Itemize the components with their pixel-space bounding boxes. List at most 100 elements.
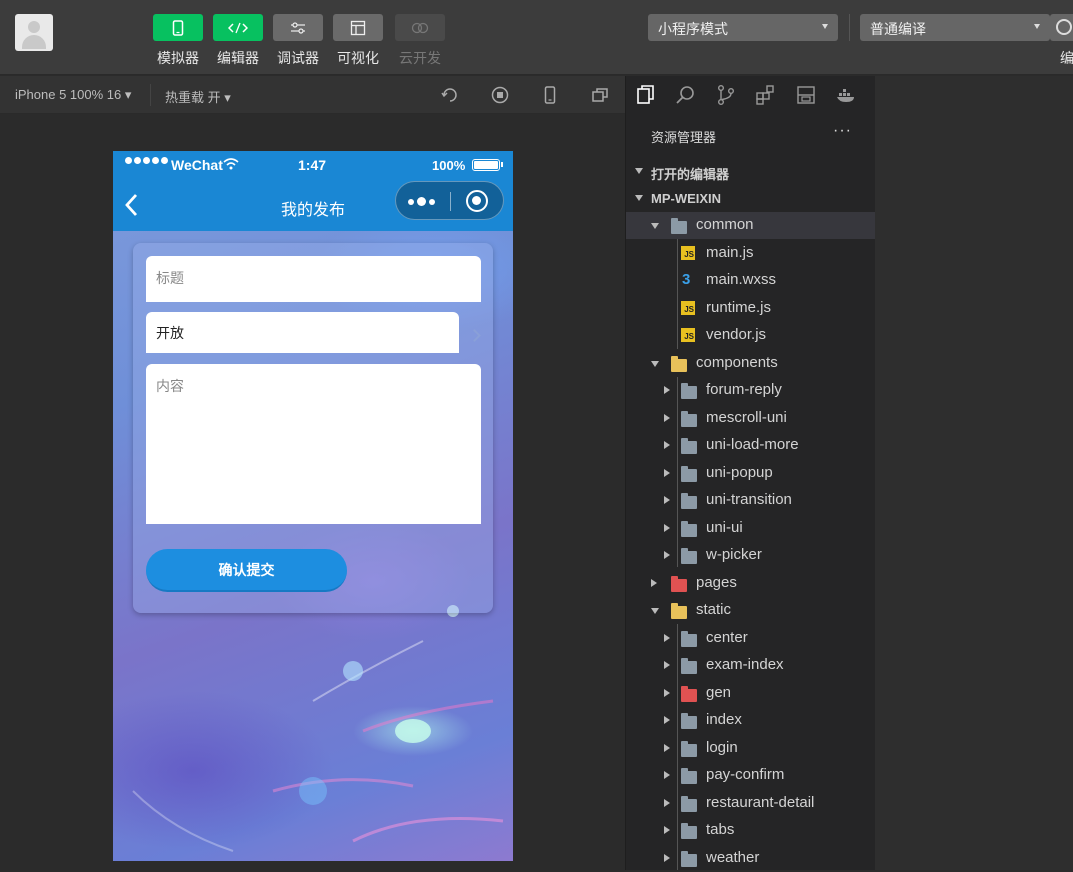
hot-reload-select[interactable]: 热重载 开 ▾	[165, 87, 231, 106]
tree-item[interactable]: static	[626, 597, 875, 624]
tree-item[interactable]: w-picker	[626, 542, 875, 569]
tree-item[interactable]: pages	[626, 570, 875, 597]
editor-toggle[interactable]: 编辑器	[213, 14, 263, 68]
tree-item-label: restaurant-detail	[706, 793, 815, 811]
project-section[interactable]: MP-WEIXIN	[626, 185, 875, 211]
mode-select-value: 小程序模式	[658, 21, 728, 37]
chevron-right-icon	[664, 743, 670, 752]
editor-area	[875, 76, 1073, 870]
title-input[interactable]: 标题	[146, 256, 481, 302]
chevron-right-icon	[664, 661, 670, 669]
tree-item[interactable]: JS main.js	[626, 240, 875, 267]
tree-item-label: uni-load-more	[706, 436, 799, 453]
cloud-icon	[395, 14, 445, 41]
compile-select[interactable]: 普通编译	[860, 14, 1050, 41]
carrier-label: WeChat	[171, 157, 223, 173]
tree-item[interactable]: uni-ui	[626, 515, 875, 542]
open-editors-section[interactable]: 打开的编辑器	[626, 158, 875, 184]
visibility-value: 开放	[156, 325, 184, 341]
tree-item[interactable]: index	[626, 707, 875, 734]
js-file-icon: JS	[681, 300, 695, 315]
title-placeholder: 标题	[156, 270, 184, 286]
chevron-down-icon	[651, 608, 659, 614]
more-menu-icon[interactable]	[408, 197, 435, 206]
docker-icon[interactable]	[835, 84, 857, 106]
tree-item[interactable]: JS runtime.js	[626, 295, 875, 322]
folder-red-icon	[681, 685, 697, 702]
folder-icon	[681, 410, 697, 427]
phone-icon[interactable]	[540, 85, 560, 105]
rotate-icon[interactable]	[440, 85, 460, 105]
submit-button[interactable]: 确认提交	[146, 549, 347, 592]
visual-toggle[interactable]: 可视化	[333, 14, 383, 68]
tree-item-label: uni-ui	[706, 518, 743, 536]
mode-select[interactable]: 小程序模式	[648, 14, 838, 41]
files-icon[interactable]	[635, 84, 657, 106]
tree-item[interactable]: login	[626, 735, 875, 762]
chevron-right-icon	[664, 523, 670, 532]
simulator-toggle[interactable]: 模拟器	[153, 14, 203, 68]
tree-item[interactable]: common	[626, 212, 875, 239]
tree-item[interactable]: exam-index	[626, 652, 875, 679]
folder-icon	[681, 548, 697, 564]
folder-icon	[681, 768, 697, 784]
code-icon	[213, 14, 263, 41]
tree-item-label: uni-transition	[706, 491, 792, 508]
tree-item[interactable]: restaurant-detail	[626, 790, 875, 817]
tree-item[interactable]: forum-reply	[626, 377, 875, 404]
tree-item[interactable]: uni-load-more	[626, 432, 875, 459]
storage-icon[interactable]	[795, 84, 817, 106]
tree-item[interactable]: pay-confirm	[626, 762, 875, 789]
chevron-down-icon	[651, 360, 659, 367]
wifi-icon	[223, 158, 239, 170]
folder-yellow-icon	[671, 603, 687, 619]
chevron-right-icon	[664, 688, 670, 697]
refresh-button[interactable]	[1050, 14, 1073, 41]
tree-item-label: exam-index	[706, 656, 784, 673]
battery-icon	[472, 159, 503, 171]
content-placeholder: 内容	[156, 378, 184, 394]
tree-item[interactable]: mescroll-uni	[626, 405, 875, 432]
more-actions-icon[interactable]: ···	[833, 122, 852, 140]
visibility-picker[interactable]: 开放	[146, 312, 459, 353]
tree-item[interactable]: gen	[626, 680, 875, 707]
explorer-title: 资源管理器	[651, 130, 717, 145]
device-select[interactable]: iPhone 5 100% 16 ▾	[15, 87, 131, 103]
content-textarea[interactable]: 内容	[146, 364, 481, 524]
chevron-right-icon	[664, 496, 670, 504]
detach-icon[interactable]	[590, 85, 610, 105]
cloud-dev-toggle[interactable]: 云开发	[395, 14, 445, 68]
tree-item-label: forum-reply	[706, 381, 782, 398]
chevron-down-icon	[635, 195, 643, 201]
chevron-right-icon	[664, 826, 670, 834]
chevron-right-icon	[664, 633, 670, 642]
tree-item[interactable]: center	[626, 625, 875, 652]
user-avatar[interactable]	[15, 14, 53, 51]
folder-icon	[681, 438, 697, 454]
js-file-icon: JS	[681, 245, 695, 260]
debugger-toggle[interactable]: 调试器	[273, 14, 323, 68]
tree-item[interactable]: JS vendor.js	[626, 322, 875, 349]
tree-item-label: static	[696, 601, 732, 618]
tree-item[interactable]: weather	[626, 845, 875, 872]
chevron-right-icon	[664, 853, 670, 862]
folder-icon	[681, 795, 697, 812]
tree-item[interactable]: tabs	[626, 817, 875, 844]
source-control-icon[interactable]	[715, 84, 737, 106]
project-label: MP-WEIXIN	[651, 191, 722, 206]
chevron-down-icon	[635, 168, 643, 174]
tree-item[interactable]: components	[626, 350, 875, 377]
tree-item[interactable]: uni-transition	[626, 487, 875, 514]
extensions-icon[interactable]	[755, 84, 777, 106]
tree-item[interactable]: uni-popup	[626, 460, 875, 487]
search-icon[interactable]	[675, 84, 697, 106]
folder-icon	[681, 520, 697, 537]
explorer-header: 资源管理器 ···	[626, 116, 875, 152]
tree-item-label: gen	[706, 683, 732, 701]
stop-icon[interactable]	[490, 85, 510, 105]
cloud-dev-label: 云开发	[399, 50, 441, 66]
mini-program-capsule	[395, 181, 504, 220]
tree-item[interactable]: 3 main.wxss	[626, 267, 875, 294]
open-editors-label: 打开的编辑器	[651, 167, 730, 182]
close-target-icon[interactable]	[466, 190, 488, 212]
